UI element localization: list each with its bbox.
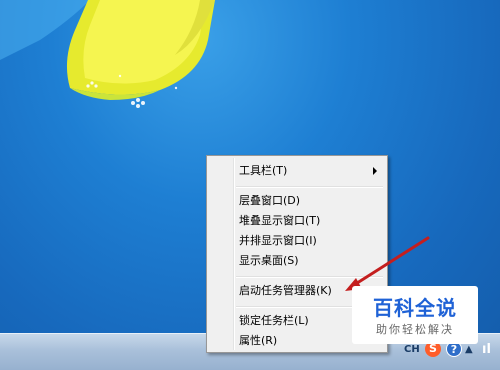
menu-item-cascade-label: 层叠窗口(D) [239, 194, 301, 207]
watermark-title: 百科全说 [373, 296, 457, 320]
language-indicator[interactable]: CH [404, 344, 420, 355]
menu-separator [236, 186, 383, 188]
menu-item-cascade[interactable]: 层叠窗口(D) [209, 191, 385, 211]
watermark-logo: 百科全说 助你轻松解决 [352, 286, 478, 344]
menu-item-properties-label: 属性(R) [239, 334, 278, 347]
menu-item-side-by-side-label: 并排显示窗口(I) [239, 234, 317, 247]
watermark-subtitle: 助你轻松解决 [376, 323, 454, 336]
menu-item-side-by-side[interactable]: 并排显示窗口(I) [209, 231, 385, 251]
menu-item-show-desktop-label: 显示桌面(S) [239, 254, 299, 267]
menu-item-toolbars-label: 工具栏(T) [239, 164, 288, 177]
menu-separator [236, 276, 383, 278]
menu-item-lock-taskbar-label: 锁定任务栏(L) [239, 314, 309, 327]
submenu-arrow-icon [373, 167, 377, 175]
menu-item-show-desktop[interactable]: 显示桌面(S) [209, 251, 385, 271]
menu-item-toolbars[interactable]: 工具栏(T) [209, 161, 385, 181]
menu-item-stacked[interactable]: 堆叠显示窗口(T) [209, 211, 385, 231]
menu-item-task-manager-label: 启动任务管理器(K) [239, 284, 332, 297]
show-hidden-icons-icon[interactable]: ▲ [465, 344, 473, 355]
menu-item-stacked-label: 堆叠显示窗口(T) [239, 214, 321, 227]
network-icon[interactable]: ıl [482, 342, 491, 357]
